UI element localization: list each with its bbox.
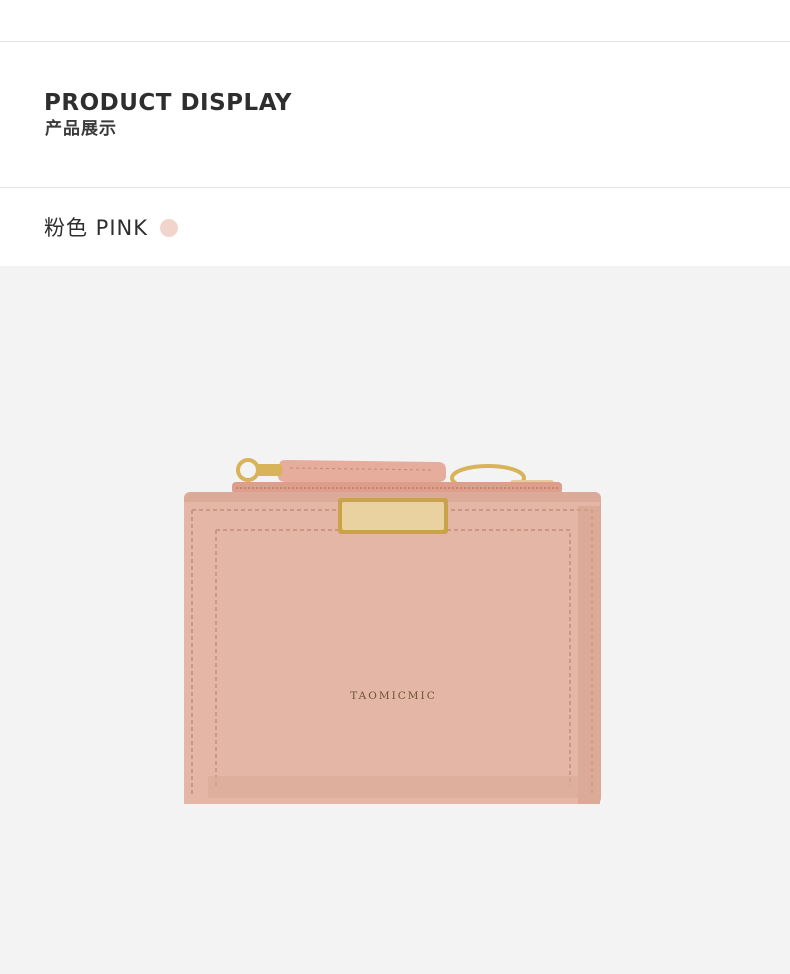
zipper-strap	[278, 460, 446, 482]
brand-plate-text: TAOMICMIC	[350, 690, 437, 702]
color-swatch[interactable]	[160, 219, 179, 237]
color-option[interactable]: 粉色 PINK	[44, 212, 179, 244]
side-shadow	[578, 506, 600, 804]
section-title: PRODUCT DISPLAY	[44, 90, 292, 116]
color-option-label: 粉色 PINK	[44, 216, 149, 240]
product-display-page: PRODUCT DISPLAY 产品展示 粉色 PINK TAOMICMIC	[0, 0, 790, 974]
wallet-image: TAOMICMIC	[170, 446, 620, 816]
section-divider	[0, 187, 790, 188]
top-divider	[0, 41, 790, 42]
zipper-pull	[236, 458, 260, 482]
panel-shadow	[208, 776, 578, 798]
product-photo: TAOMICMIC	[0, 266, 790, 974]
wallet-illustration	[184, 458, 601, 804]
brand-plate	[342, 502, 444, 530]
zipper-clasp	[256, 464, 282, 476]
section-subtitle: 产品展示	[45, 119, 117, 139]
front-panel	[208, 524, 578, 798]
